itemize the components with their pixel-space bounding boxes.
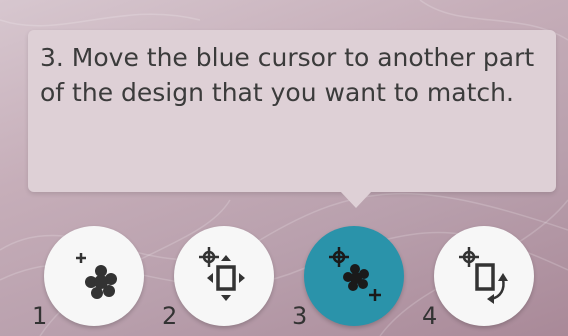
- step-4-button[interactable]: [434, 226, 534, 326]
- step-3-number: 3: [292, 302, 308, 330]
- instruction-tooltip: 3. Move the blue cursor to another part …: [28, 30, 556, 192]
- instruction-text: 3. Move the blue cursor to another part …: [40, 43, 535, 107]
- step-2-number: 2: [162, 302, 178, 330]
- step-4-number: 4: [422, 302, 438, 330]
- tooltip-pointer: [340, 191, 372, 208]
- select-match-point-icon: [329, 247, 381, 301]
- step-2-button[interactable]: [174, 226, 274, 326]
- rotate-design-icon: [459, 247, 508, 304]
- step-3-button[interactable]: [304, 226, 404, 326]
- move-design-icon: [199, 247, 245, 301]
- select-design-point-icon: [76, 253, 117, 299]
- step-1-number: 1: [32, 302, 48, 330]
- step-1-button[interactable]: [44, 226, 144, 326]
